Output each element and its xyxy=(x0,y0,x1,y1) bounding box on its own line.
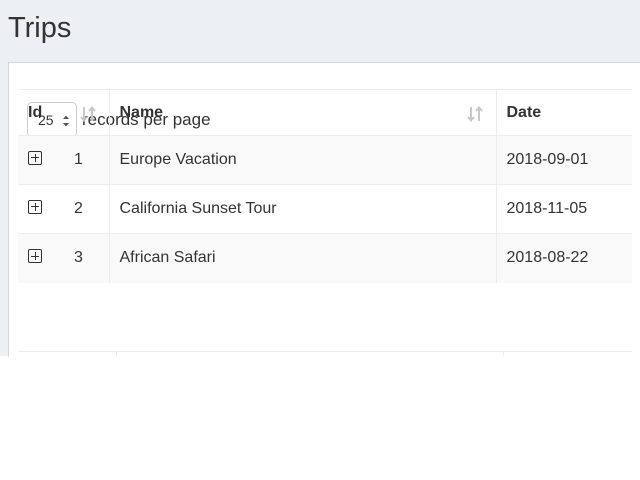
table-header-row: Id Name Date xyxy=(18,89,632,136)
table-row[interactable]: 1 Europe Vacation 2018-09-01 xyxy=(18,135,632,185)
column-divider xyxy=(503,351,504,356)
row-id: 1 xyxy=(74,151,83,168)
row-id: 3 xyxy=(74,249,83,267)
expand-row-icon[interactable] xyxy=(28,150,42,165)
column-header-name[interactable]: Name xyxy=(109,89,497,136)
cell-date: 2018-09-01 xyxy=(506,151,589,168)
table-row-partial xyxy=(18,351,632,357)
table-row[interactable]: 2 California Sunset Tour 2018-11-05 xyxy=(18,184,632,234)
row-id: 2 xyxy=(74,200,83,217)
column-header-id[interactable]: Id xyxy=(18,89,110,136)
cell-date: 2018-11-05 xyxy=(506,200,588,217)
cell-name: African Safari xyxy=(109,233,497,283)
cell-name: Europe Vacation xyxy=(109,135,497,185)
column-header-date-label: Date xyxy=(506,103,542,121)
sort-icon xyxy=(79,105,96,123)
sort-icon xyxy=(466,105,483,123)
column-divider xyxy=(116,351,117,356)
column-header-id-label: Id xyxy=(28,103,43,121)
cell-id: 3 xyxy=(18,233,110,283)
cell-id: 1 xyxy=(18,135,110,185)
expand-row-icon[interactable] xyxy=(28,249,42,264)
column-header-date[interactable]: Date xyxy=(496,89,632,136)
cell-date: 2018-08-22 xyxy=(506,249,589,267)
page-title: Trips xyxy=(8,12,72,44)
trips-table: Id Name Date 1 Europe Vacation 2018-09-0… xyxy=(18,89,632,283)
expand-row-icon[interactable] xyxy=(28,199,42,214)
table-row[interactable]: 3 African Safari 2018-08-22 xyxy=(18,233,632,283)
column-header-name-label: Name xyxy=(119,103,164,121)
cell-id: 2 xyxy=(18,184,110,234)
cell-name: California Sunset Tour xyxy=(109,184,497,234)
